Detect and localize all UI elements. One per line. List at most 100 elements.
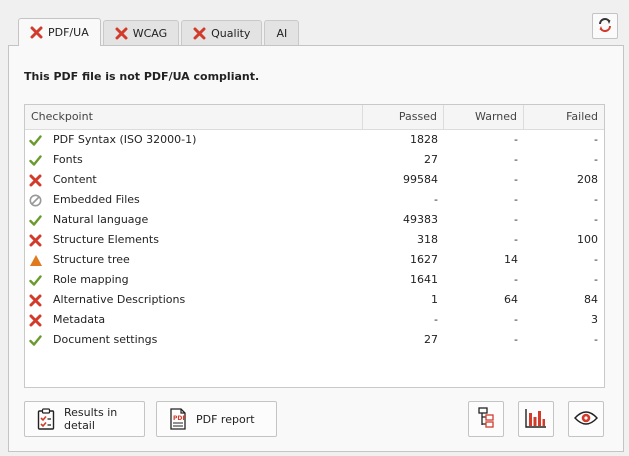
check-icon xyxy=(28,333,43,348)
tab-pdfua[interactable]: PDF/UA xyxy=(18,18,101,46)
failed-count: - xyxy=(594,213,598,226)
checkpoint-cell: PDF Syntax (ISO 32000-1) xyxy=(25,130,363,150)
tab-label: AI xyxy=(276,27,288,40)
failed-count: 208 xyxy=(577,173,598,186)
warned-count: 14 xyxy=(504,253,518,266)
structure-tree-button[interactable] xyxy=(468,401,504,437)
failed-count: 3 xyxy=(591,313,598,326)
tab-label: PDF/UA xyxy=(48,26,89,39)
warned-count: - xyxy=(514,173,518,186)
table-row[interactable]: Metadata - - 3 xyxy=(25,310,604,330)
passed-count: 1627 xyxy=(410,253,438,266)
checkpoint-name: Content xyxy=(53,173,97,186)
header-checkpoint[interactable]: Checkpoint xyxy=(25,105,363,130)
passed-count: - xyxy=(434,313,438,326)
checkpoint-cell: Structure tree xyxy=(25,250,363,270)
passed-count: 1 xyxy=(431,293,438,306)
table-row[interactable]: Document settings 27 - - xyxy=(25,330,604,350)
checkpoint-cell: Fonts xyxy=(25,150,363,170)
bar-chart-icon xyxy=(525,408,547,431)
warned-count: - xyxy=(514,153,518,166)
preview-button[interactable] xyxy=(568,401,604,437)
pdf-report-label: PDF report xyxy=(196,412,255,426)
checkpoint-cell: Embedded Files xyxy=(25,190,363,210)
statistics-button[interactable] xyxy=(518,401,554,437)
tab-label: Quality xyxy=(211,27,251,40)
passed-count: 27 xyxy=(424,333,438,346)
cross-icon xyxy=(30,26,43,39)
check-icon xyxy=(28,273,43,288)
cross-icon xyxy=(28,313,43,328)
passed-count: 1641 xyxy=(410,273,438,286)
warned-count: - xyxy=(514,213,518,226)
failed-count: - xyxy=(594,193,598,206)
cross-icon xyxy=(28,173,43,188)
table-row[interactable]: Natural language 49383 - - xyxy=(25,210,604,230)
header-passed[interactable]: Passed xyxy=(363,105,444,130)
checkpoint-name: Fonts xyxy=(53,153,83,166)
table-row[interactable]: PDF Syntax (ISO 32000-1) 1828 - - xyxy=(25,130,604,150)
checkpoint-cell: Natural language xyxy=(25,210,363,230)
compliance-status: This PDF file is not PDF/UA compliant. xyxy=(24,70,260,83)
failed-count: 84 xyxy=(584,293,598,306)
checkpoint-cell: Structure Elements xyxy=(25,230,363,250)
passed-count: 1828 xyxy=(410,133,438,146)
table-row[interactable]: Embedded Files - - - xyxy=(25,190,604,210)
warned-count: 64 xyxy=(504,293,518,306)
tab-wcag[interactable]: WCAG xyxy=(102,20,180,46)
checkpoint-name: Structure tree xyxy=(53,253,130,266)
results-panel: This PDF file is not PDF/UA compliant. C… xyxy=(8,45,624,452)
warned-count: - xyxy=(514,133,518,146)
table-row[interactable]: Alternative Descriptions 1 64 84 xyxy=(25,290,604,310)
eye-icon xyxy=(574,410,598,429)
failed-count: - xyxy=(594,153,598,166)
table-row[interactable]: Role mapping 1641 - - xyxy=(25,270,604,290)
warning-icon xyxy=(28,253,43,268)
failed-count: - xyxy=(594,333,598,346)
refresh-button[interactable] xyxy=(592,13,618,39)
checkpoint-name: Embedded Files xyxy=(53,193,140,206)
checkpoint-cell: Alternative Descriptions xyxy=(25,290,363,310)
tab-label: WCAG xyxy=(132,27,168,40)
checkpoint-table: Checkpoint Passed Warned Failed PDF Synt… xyxy=(24,104,605,388)
passed-count: 99584 xyxy=(403,173,438,186)
tab-quality[interactable]: Quality xyxy=(181,20,263,46)
tab-ai[interactable]: AI xyxy=(264,20,300,46)
checkpoint-name: Structure Elements xyxy=(53,233,159,246)
table-row[interactable]: Structure Elements 318 - 100 xyxy=(25,230,604,250)
passed-count: - xyxy=(434,193,438,206)
not-applicable-icon xyxy=(28,193,43,208)
failed-count: - xyxy=(594,253,598,266)
header-failed[interactable]: Failed xyxy=(524,105,604,130)
failed-count: - xyxy=(594,133,598,146)
passed-count: 49383 xyxy=(403,213,438,226)
cross-icon xyxy=(115,27,128,40)
warned-count: - xyxy=(514,273,518,286)
checkpoint-name: Alternative Descriptions xyxy=(53,293,186,306)
cross-icon xyxy=(28,293,43,308)
results-in-detail-button[interactable]: Results in detail xyxy=(24,401,145,437)
warned-count: - xyxy=(514,333,518,346)
cross-icon xyxy=(28,233,43,248)
table-row[interactable]: Fonts 27 - - xyxy=(25,150,604,170)
table-row[interactable]: Content 99584 - 208 xyxy=(25,170,604,190)
checkpoint-cell: Metadata xyxy=(25,310,363,330)
failed-count: 100 xyxy=(577,233,598,246)
table-row[interactable]: Structure tree 1627 14 - xyxy=(25,250,604,270)
results-in-detail-label: Results in detail xyxy=(64,406,118,432)
checkpoint-name: PDF Syntax (ISO 32000-1) xyxy=(53,133,197,146)
pdf-report-button[interactable]: PDF PDF report xyxy=(156,401,277,437)
warned-count: - xyxy=(514,313,518,326)
warned-count: - xyxy=(514,193,518,206)
check-icon xyxy=(28,133,43,148)
header-warned[interactable]: Warned xyxy=(444,105,524,130)
checkpoint-cell: Role mapping xyxy=(25,270,363,290)
refresh-icon xyxy=(596,16,614,37)
table-body: PDF Syntax (ISO 32000-1) 1828- - Fonts 27- - C… xyxy=(25,130,604,350)
checkpoint-name: Metadata xyxy=(53,313,106,326)
check-icon xyxy=(28,153,43,168)
checkpoint-cell: Document settings xyxy=(25,330,363,350)
check-icon xyxy=(28,213,43,228)
failed-count: - xyxy=(594,273,598,286)
checkpoint-name: Natural language xyxy=(53,213,149,226)
